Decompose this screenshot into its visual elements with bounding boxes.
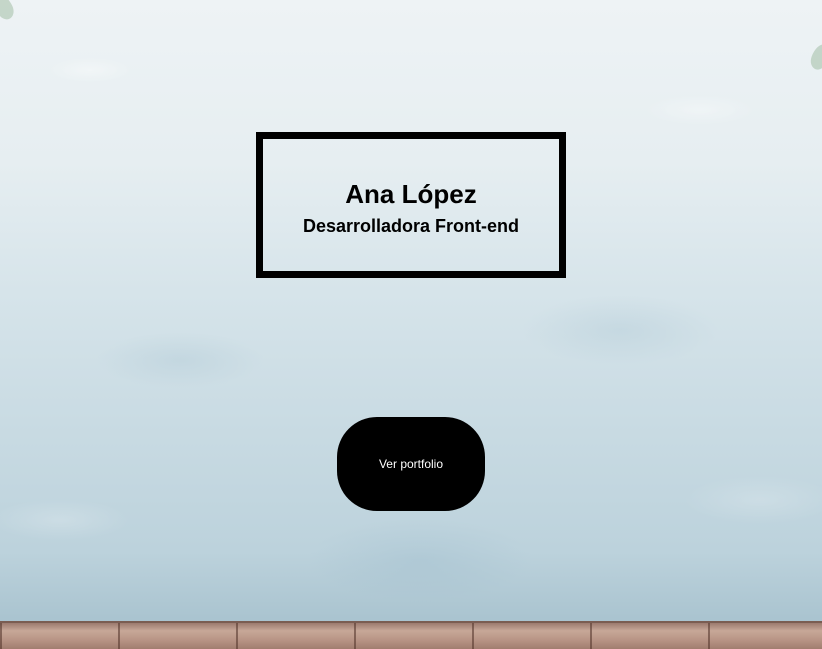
- hero-name: Ana López: [345, 179, 477, 209]
- hero-role: Desarrolladora Front-end: [302, 216, 520, 236]
- background-wall: [0, 0, 822, 649]
- title-box: Ana López Desarrolladora Front-end: [256, 132, 566, 278]
- view-portfolio-button[interactable]: Ver portfolio: [337, 417, 485, 511]
- wooden-floor: [0, 621, 822, 649]
